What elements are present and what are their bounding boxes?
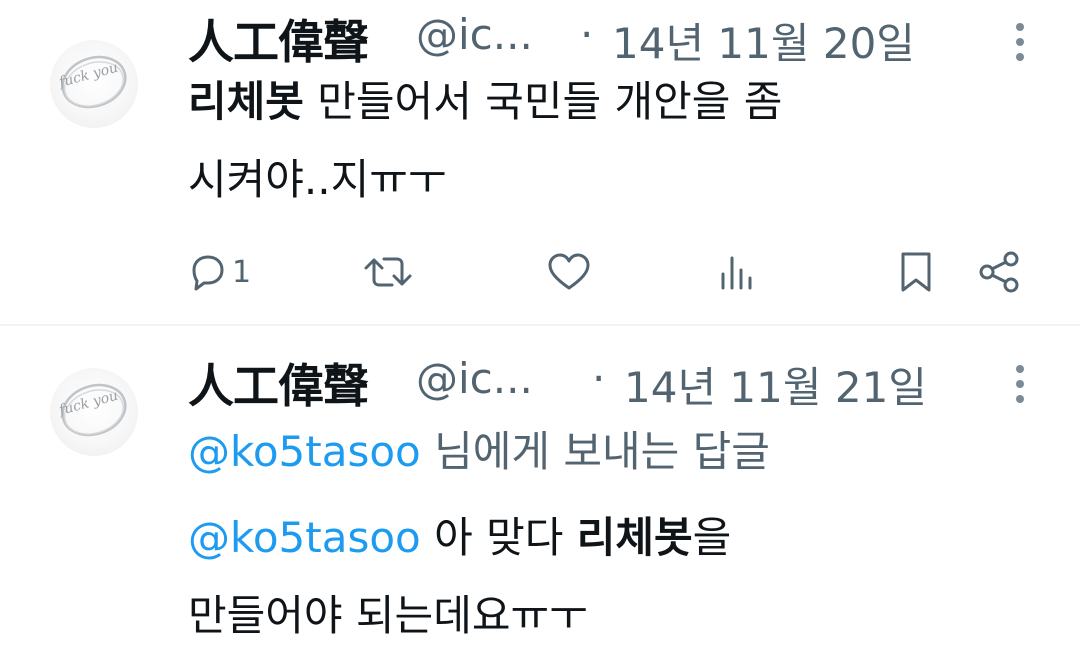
avatar-ring-image: fuck you	[56, 383, 127, 437]
reply-context: @ko5tasoo 님에게 보내는 답글	[188, 422, 770, 482]
separator-dot: ·	[592, 354, 606, 403]
text-segment: 을	[692, 513, 732, 562]
tweet-text-line: 리체봇 만들어서 국민들 개안을 좀	[188, 72, 782, 132]
tweet-date[interactable]: 14년 11월 21일	[624, 354, 927, 415]
avatar-ring-image: fuck you	[56, 55, 127, 109]
bold-keyword: 리체봇	[576, 513, 693, 562]
tweet-text-line: 시켜야..지ㅠㅜ	[188, 150, 447, 210]
views-icon	[721, 256, 752, 290]
display-name[interactable]: 人工偉聲	[188, 6, 369, 72]
user-handle[interactable]: @ic...	[416, 10, 533, 59]
reply-button[interactable]: 1	[186, 244, 251, 300]
reply-icon	[192, 255, 224, 291]
text-segment: 만들어서 국민들 개안을 좀	[303, 77, 783, 126]
retweet-button[interactable]	[362, 244, 414, 300]
retweet-icon	[364, 257, 412, 287]
avatar[interactable]: fuck you	[50, 368, 138, 456]
mention-link[interactable]: @ko5tasoo	[188, 427, 421, 476]
reply-count: 1	[232, 254, 252, 290]
bold-keyword: 리체봇	[188, 77, 304, 126]
reply-label: 님에게 보내는 답글	[420, 427, 770, 476]
tweet-header: 人工偉聲 @ic... · 14년 11월 20일	[188, 4, 988, 69]
separator-dot: ·	[580, 10, 594, 59]
tweet-date[interactable]: 14년 11월 20일	[612, 10, 915, 71]
display-name[interactable]: 人工偉聲	[188, 350, 369, 416]
share-button[interactable]	[976, 244, 1022, 300]
user-handle[interactable]: @ic...	[416, 354, 533, 403]
share-icon	[979, 251, 1019, 293]
more-vertical-icon[interactable]	[1010, 362, 1030, 406]
views-button[interactable]	[716, 244, 756, 300]
text-segment: 아 맞다	[420, 513, 577, 562]
tweet[interactable]: fuck you 人工偉聲 @ic... · 14년 11월 20일 리체봇 만…	[0, 0, 1080, 325]
bookmark-button[interactable]	[896, 244, 936, 300]
tweet-header: 人工偉聲 @ic... · 14년 11월 21일	[188, 348, 988, 413]
tweet-text-line: @ko5tasoo 아 맞다 리체봇을	[188, 508, 731, 568]
tweet[interactable]: fuck you 人工偉聲 @ic... · 14년 11월 21일 @ko5t…	[0, 326, 1080, 671]
text-segment: 만들어야 되는데요ㅠㅜ	[188, 591, 588, 640]
avatar[interactable]: fuck you	[50, 40, 138, 128]
tweet-text-line: 만들어야 되는데요ㅠㅜ	[188, 586, 588, 646]
mention-link[interactable]: @ko5tasoo	[188, 513, 421, 562]
bookmark-icon	[901, 252, 931, 292]
more-vertical-icon[interactable]	[1010, 20, 1030, 64]
like-button[interactable]	[546, 244, 592, 300]
tweet-actions: 1	[186, 244, 1036, 300]
like-icon	[548, 253, 590, 290]
text-segment: 시켜야..지ㅠㅜ	[188, 155, 447, 204]
